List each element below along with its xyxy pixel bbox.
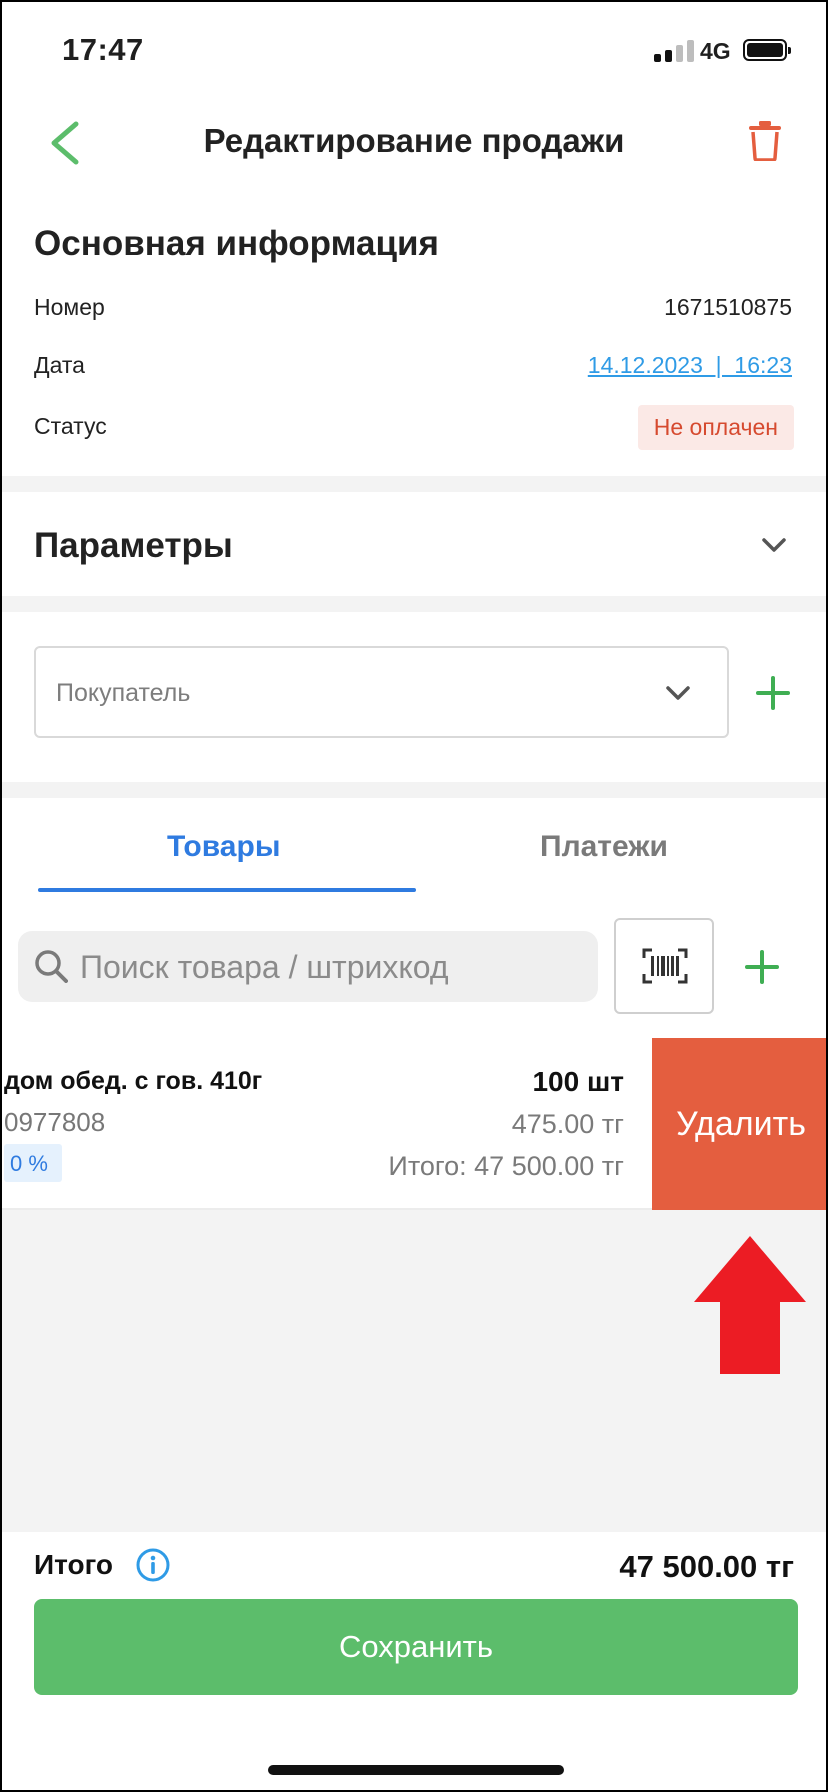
annotation-arrow-up-icon bbox=[694, 1236, 806, 1374]
tab-payments[interactable]: Платежи bbox=[540, 830, 668, 864]
add-product-button[interactable] bbox=[745, 950, 779, 984]
barcode-icon bbox=[642, 948, 688, 984]
chevron-down-icon bbox=[666, 686, 690, 700]
chevron-down-icon[interactable] bbox=[762, 538, 786, 552]
phone-screen: 17:47 4G Редактирование продажи Основная… bbox=[0, 0, 828, 1792]
section-title-parameters[interactable]: Параметры bbox=[34, 526, 233, 566]
delete-item-button[interactable]: Удалить bbox=[652, 1038, 826, 1210]
signal-icon bbox=[654, 38, 694, 62]
total-label: Итого bbox=[34, 1549, 113, 1580]
trash-icon[interactable] bbox=[748, 119, 782, 161]
save-button[interactable]: Сохранить bbox=[34, 1599, 798, 1695]
discount-value: 0 % bbox=[10, 1151, 48, 1176]
home-indicator[interactable] bbox=[268, 1765, 564, 1775]
status-badge: Не оплачен bbox=[637, 405, 794, 450]
discount-badge: 0 % bbox=[4, 1144, 62, 1182]
date-value-link[interactable]: 14.12.2023 | 16:23 bbox=[588, 352, 792, 379]
section-divider bbox=[2, 596, 826, 612]
number-value: 1671510875 bbox=[664, 294, 792, 320]
section-divider bbox=[2, 782, 826, 798]
search-icon bbox=[35, 950, 68, 983]
date-label: Дата bbox=[34, 352, 85, 378]
section-divider bbox=[2, 476, 826, 492]
delete-label: Удалить bbox=[676, 1105, 806, 1143]
status-time: 17:47 bbox=[62, 32, 144, 67]
save-label: Сохранить bbox=[338, 1629, 494, 1664]
buyer-placeholder: Покупатель bbox=[56, 679, 191, 707]
number-label: Номер bbox=[34, 294, 105, 320]
battery-icon bbox=[743, 39, 791, 61]
section-title-basic-info: Основная информация bbox=[34, 224, 439, 263]
buyer-select[interactable]: Покупатель bbox=[34, 646, 729, 738]
product-total: Итого: 47 500.00 тг bbox=[388, 1151, 624, 1181]
product-quantity: 100 шт bbox=[532, 1066, 624, 1097]
product-code: 0977808 bbox=[4, 1107, 106, 1137]
network-type: 4G bbox=[700, 38, 731, 64]
total-value: 47 500.00 тг bbox=[619, 1549, 794, 1584]
page-title: Редактирование продажи bbox=[203, 122, 625, 159]
barcode-scan-button[interactable] bbox=[614, 918, 714, 1014]
tab-products[interactable]: Товары bbox=[167, 830, 280, 864]
search-placeholder: Поиск товара / штрихкод bbox=[80, 949, 449, 985]
product-name: дом обед. с гов. 410г bbox=[4, 1067, 263, 1095]
info-icon[interactable] bbox=[136, 1548, 170, 1582]
product-price: 475.00 тг bbox=[511, 1109, 624, 1139]
product-search-input[interactable]: Поиск товара / штрихкод bbox=[18, 931, 598, 1002]
status-label: Статус bbox=[34, 413, 107, 439]
active-tab-indicator bbox=[38, 888, 416, 892]
add-buyer-button[interactable] bbox=[756, 676, 790, 710]
